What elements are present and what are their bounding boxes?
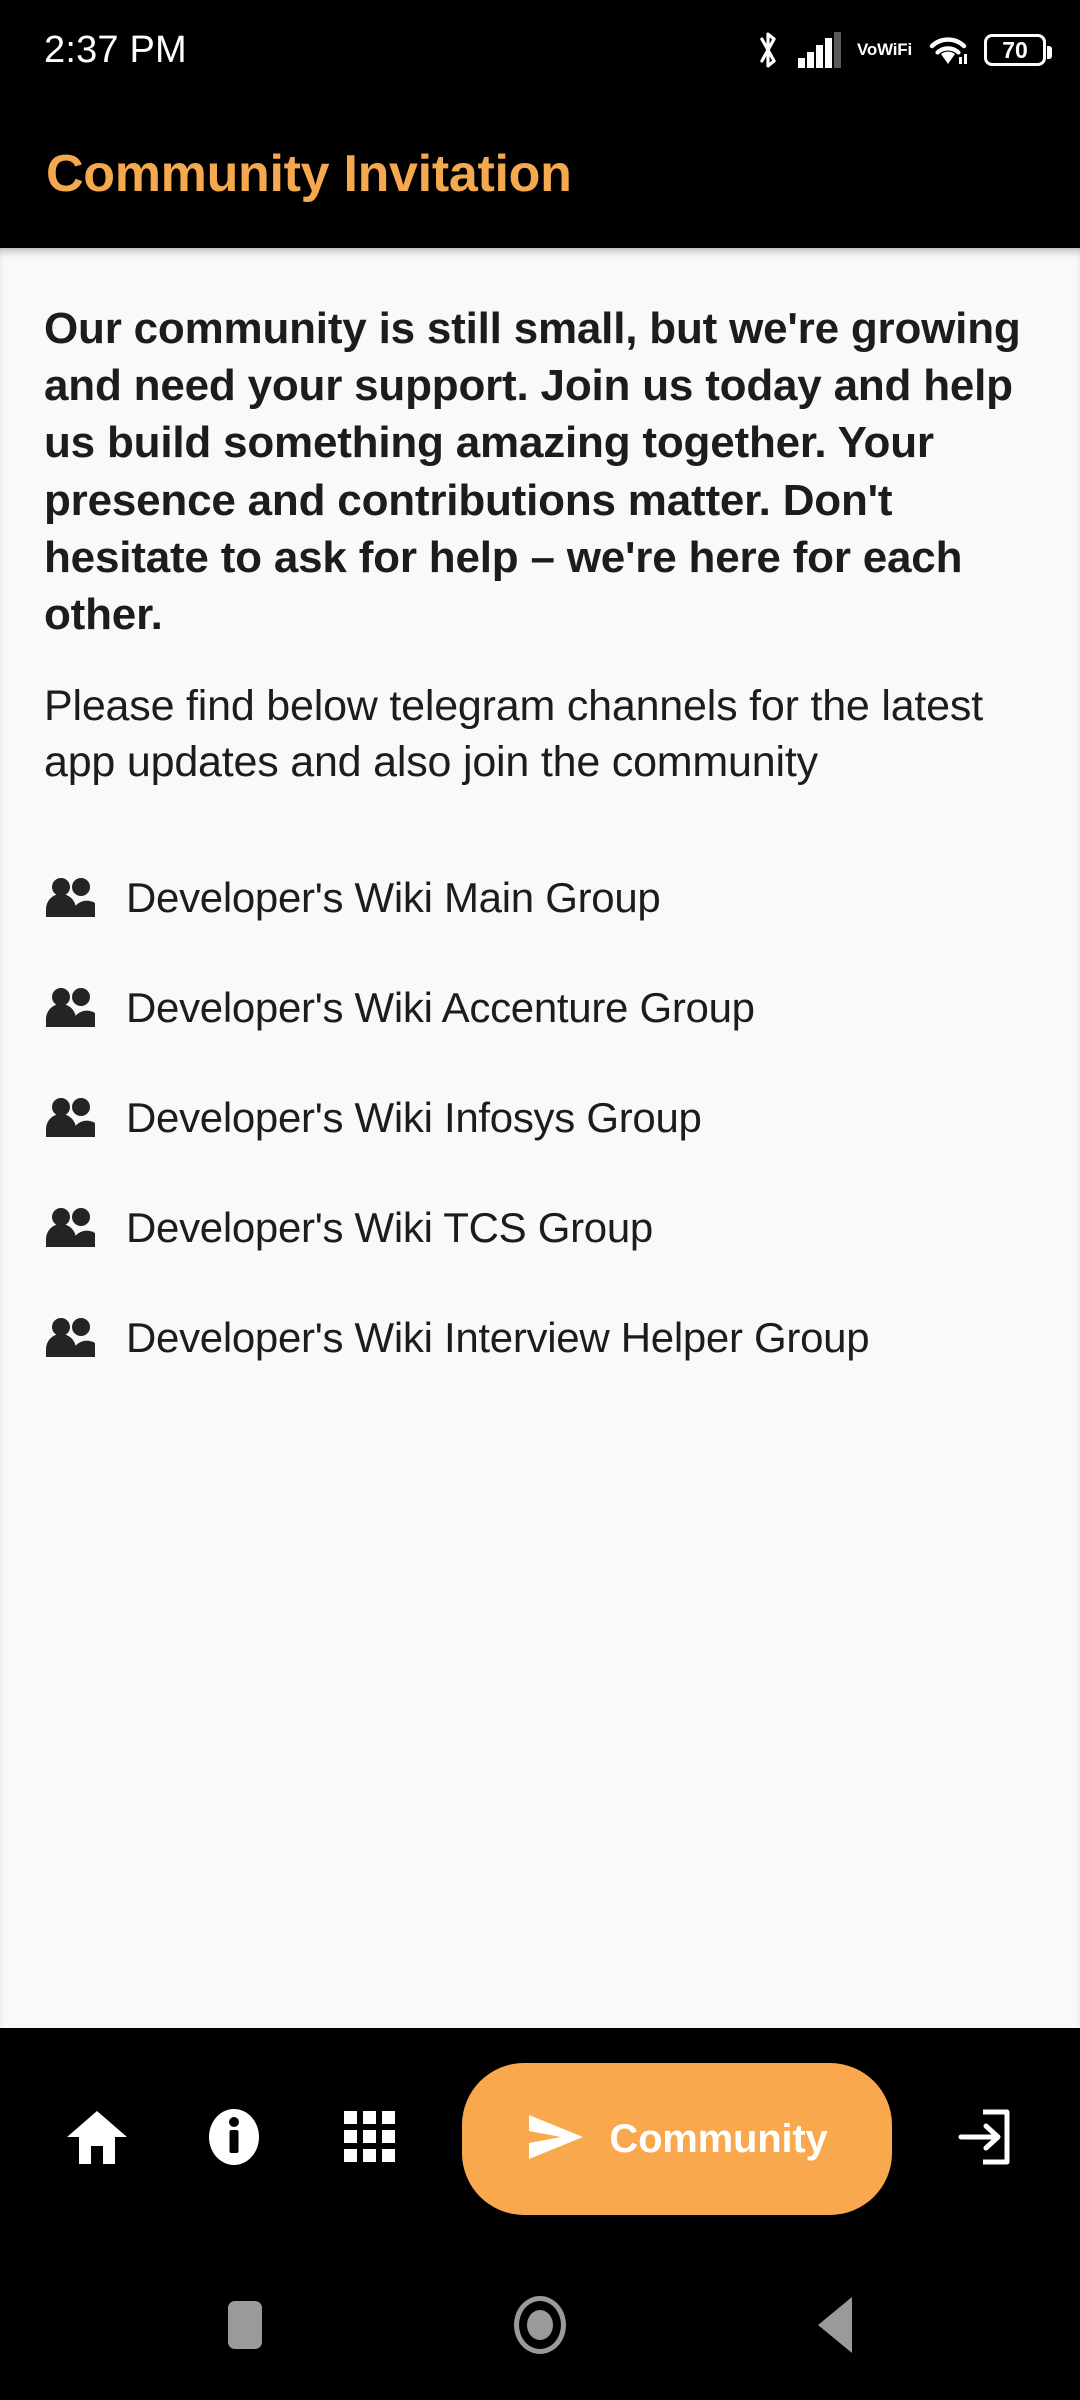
people-group-icon [44,1317,96,1359]
status-bar-icons: Vo WiFi 70 [753,28,1052,72]
app-header: Community Invitation [0,100,1080,248]
battery-icon: 70 [984,34,1052,66]
nav-home-button[interactable] [52,2094,142,2184]
sub-paragraph: Please find below telegram channels for … [44,682,983,787]
wifi-icon [926,32,970,68]
group-label: Developer's Wiki Infosys Group [126,1093,702,1141]
back-button[interactable] [795,2285,875,2365]
vowifi-line-2: WiFi [877,40,912,59]
group-label: Developer's Wiki TCS Group [126,1203,653,1251]
phone-screen: 2:37 PM Vo WiFi 70 Community Invitation … [0,0,1080,2400]
send-icon [525,2111,587,2168]
group-list-item-tcs[interactable]: Developer's Wiki TCS Group [44,1173,1036,1283]
apps-grid-icon [342,2109,398,2170]
people-group-icon [44,1207,96,1249]
people-group-icon [44,877,96,919]
home-button[interactable] [500,2285,580,2365]
lead-paragraph: Our community is still small, but we're … [44,304,1021,639]
people-group-icon [44,1097,96,1139]
main-content: Our community is still small, but we're … [0,248,1080,2028]
status-bar: 2:37 PM Vo WiFi 70 [0,0,1080,100]
group-label: Developer's Wiki Interview Helper Group [126,1313,870,1361]
nav-apps-button[interactable] [325,2094,415,2184]
system-navigation-bar [0,2250,1080,2400]
battery-level-label: 70 [1002,36,1028,63]
bluetooth-icon [753,28,783,72]
group-list-item-infosys[interactable]: Developer's Wiki Infosys Group [44,1063,1036,1173]
group-list-item-accenture[interactable]: Developer's Wiki Accenture Group [44,953,1036,1063]
exit-icon [953,2107,1013,2172]
vowifi-line-1: Vo [857,40,878,59]
nav-info-button[interactable] [189,2094,279,2184]
nav-community-button[interactable]: Community [461,2063,892,2215]
vowifi-indicator: Vo WiFi [857,41,912,59]
back-arrow-icon [818,2297,852,2353]
recents-button[interactable] [205,2285,285,2365]
home-icon [65,2106,129,2173]
nav-exit-button[interactable] [938,2094,1028,2184]
group-list-item-main[interactable]: Developer's Wiki Main Group [44,843,1036,953]
telegram-group-list: Developer's Wiki Main Group Developer's … [44,843,1036,1393]
group-label: Developer's Wiki Main Group [126,873,661,921]
group-list-item-interview-helper[interactable]: Developer's Wiki Interview Helper Group [44,1283,1036,1393]
recents-icon [228,2301,262,2349]
people-group-icon [44,987,96,1029]
status-bar-clock: 2:37 PM [44,28,187,71]
home-circle-icon [514,2296,566,2354]
page-title: Community Invitation [46,145,572,203]
bottom-navigation-bar: Community [0,2028,1080,2250]
nav-community-label: Community [609,2116,828,2161]
cellular-signal-icon [797,32,843,68]
info-icon [204,2106,264,2173]
group-label: Developer's Wiki Accenture Group [126,983,755,1031]
